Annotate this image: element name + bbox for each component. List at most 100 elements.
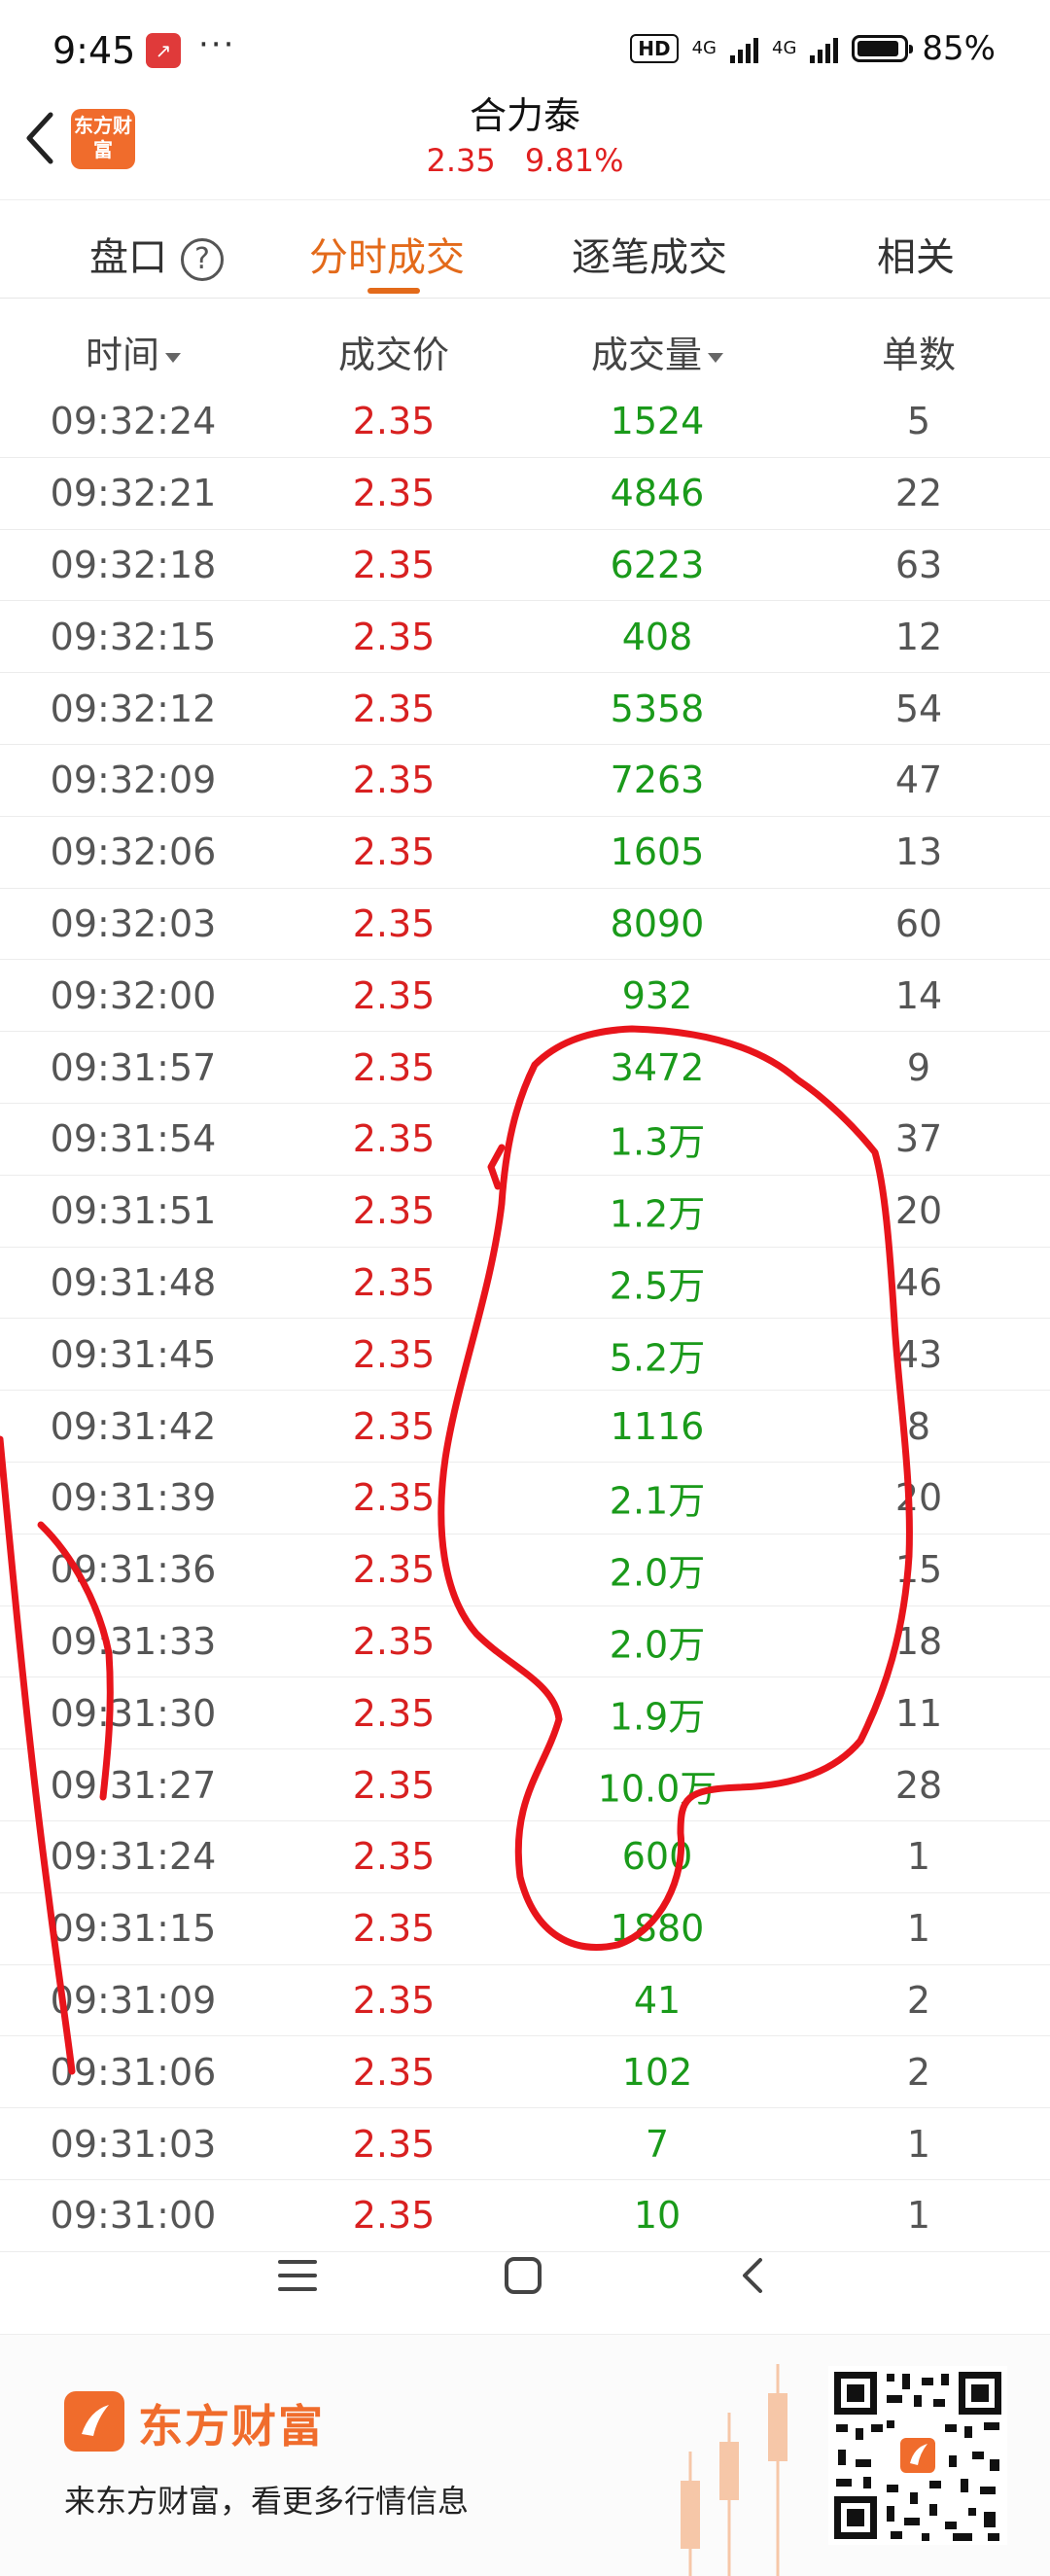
trade-volume: 1.2万 <box>609 1192 706 1236</box>
trade-time: 09:32:00 <box>50 973 217 1017</box>
trade-count: 20 <box>894 1189 943 1233</box>
status-right: HD 4G 4G 85% <box>630 29 996 68</box>
trade-price: 2.35 <box>352 759 436 802</box>
stock-price: 2.35 <box>426 142 496 179</box>
table-row[interactable]: 09:31:30 2.35 1.9万 11 <box>0 1677 1050 1750</box>
trade-price: 2.35 <box>352 1978 436 2022</box>
trade-time: 09:31:51 <box>50 1189 217 1233</box>
stock-change-pct: 9.81% <box>524 142 624 179</box>
trade-volume: 1880 <box>610 1907 705 1951</box>
trade-time: 09:31:42 <box>50 1404 217 1448</box>
network-type-2: 4G <box>772 38 797 58</box>
stock-quote: 2.35 9.81% <box>0 142 1050 179</box>
trade-price: 2.35 <box>352 1189 436 1233</box>
table-row[interactable]: 09:31:48 2.35 2.5万 46 <box>0 1248 1050 1320</box>
trade-time: 09:31:24 <box>50 1835 217 1879</box>
trade-volume: 7 <box>645 2122 670 2166</box>
table-row[interactable]: 09:31:45 2.35 5.2万 43 <box>0 1319 1050 1392</box>
sort-down-icon <box>708 352 724 363</box>
trade-volume: 2.1万 <box>609 1479 706 1523</box>
trade-time: 09:31:09 <box>50 1978 217 2022</box>
qr-code-icon[interactable] <box>828 2366 1007 2545</box>
trade-volume: 5.2万 <box>609 1336 706 1380</box>
trade-price: 2.35 <box>352 615 436 658</box>
table-row[interactable]: 09:31:09 2.35 41 2 <box>0 1965 1050 2037</box>
trade-count: 11 <box>894 1691 943 1735</box>
trade-price: 2.35 <box>352 1619 436 1663</box>
tab-related[interactable]: 相关 <box>877 226 955 282</box>
candlestick-decoration-icon <box>681 2364 788 2576</box>
trade-price: 2.35 <box>352 2050 436 2094</box>
trade-price: 2.35 <box>352 1117 436 1161</box>
table-row[interactable]: 09:31:57 2.35 3472 9 <box>0 1032 1050 1104</box>
trade-time: 09:31:06 <box>50 2050 217 2094</box>
trade-time: 09:32:09 <box>50 759 217 802</box>
trade-time: 09:31:48 <box>50 1260 217 1304</box>
table-row[interactable]: 09:32:24 2.35 1524 5 <box>0 386 1050 458</box>
sort-down-icon <box>165 352 182 363</box>
footer-brand: 东方财富 <box>138 2400 325 2452</box>
table-row[interactable]: 09:31:36 2.35 2.0万 15 <box>0 1535 1050 1606</box>
trade-volume: 1.3万 <box>609 1120 706 1164</box>
table-row[interactable]: 09:31:33 2.35 2.0万 18 <box>0 1606 1050 1678</box>
menu-icon[interactable] <box>268 2246 327 2305</box>
table-row[interactable]: 09:31:03 2.35 7 1 <box>0 2108 1050 2180</box>
footer-tagline: 来东方财富，看更多行情信息 <box>64 2483 470 2520</box>
trade-price: 2.35 <box>352 400 436 443</box>
tab-tick-trades[interactable]: 逐笔成交 <box>572 226 727 282</box>
table-row[interactable]: 09:31:15 2.35 1880 1 <box>0 1893 1050 1965</box>
trade-price: 2.35 <box>352 1907 436 1951</box>
table-row[interactable]: 09:32:18 2.35 6223 63 <box>0 530 1050 602</box>
tab-label: 分时成交 <box>309 235 465 280</box>
trade-volume: 2.5万 <box>609 1264 706 1308</box>
table-row[interactable]: 09:31:06 2.35 102 2 <box>0 2036 1050 2109</box>
table-header: 时间 成交价 成交量 单数 <box>0 301 1050 394</box>
trade-count: 12 <box>894 615 943 658</box>
help-icon[interactable]: ? <box>181 238 224 281</box>
column-header-volume[interactable]: 成交量 <box>591 325 724 378</box>
home-icon[interactable] <box>494 2246 552 2305</box>
active-tab-indicator <box>368 288 420 294</box>
tab-time-trades[interactable]: 分时成交 <box>309 226 465 282</box>
table-row[interactable]: 09:32:09 2.35 7263 47 <box>0 745 1050 817</box>
table-row[interactable]: 09:31:24 2.35 600 1 <box>0 1821 1050 1893</box>
table-row[interactable]: 09:32:06 2.35 1605 13 <box>0 817 1050 889</box>
trade-volume: 4846 <box>610 472 705 515</box>
battery-icon <box>852 35 914 62</box>
trade-count: 15 <box>894 1548 943 1592</box>
trade-volume: 1524 <box>610 400 705 443</box>
trade-price: 2.35 <box>352 543 436 586</box>
trade-count: 22 <box>894 472 943 515</box>
trade-count: 60 <box>894 901 943 945</box>
table-row[interactable]: 09:32:21 2.35 4846 22 <box>0 458 1050 530</box>
trade-time: 09:31:27 <box>50 1763 217 1807</box>
trade-count: 13 <box>894 830 943 874</box>
column-header-time[interactable]: 时间 <box>86 325 182 378</box>
trade-price: 2.35 <box>352 1476 436 1520</box>
trade-volume: 408 <box>621 615 693 658</box>
trade-time: 09:31:45 <box>50 1332 217 1376</box>
back-icon[interactable] <box>723 2246 782 2305</box>
trade-price: 2.35 <box>352 1763 436 1807</box>
table-row[interactable]: 09:31:27 2.35 10.0万 28 <box>0 1749 1050 1821</box>
tab-order-book[interactable]: 盘口? <box>89 226 224 282</box>
table-row[interactable]: 09:31:39 2.35 2.1万 20 <box>0 1463 1050 1535</box>
signal-icon-2 <box>810 34 839 63</box>
trade-price: 2.35 <box>352 2122 436 2166</box>
tab-label: 相关 <box>877 235 955 280</box>
trade-price: 2.35 <box>352 1691 436 1735</box>
table-row[interactable]: 09:32:15 2.35 408 12 <box>0 601 1050 674</box>
table-row[interactable]: 09:32:03 2.35 8090 60 <box>0 889 1050 961</box>
table-row[interactable]: 09:32:00 2.35 932 14 <box>0 960 1050 1033</box>
table-row[interactable]: 09:31:51 2.35 1.2万 20 <box>0 1176 1050 1248</box>
trade-count: 8 <box>906 1404 931 1448</box>
trade-time: 09:31:57 <box>50 1045 217 1089</box>
trade-time: 09:32:06 <box>50 830 217 874</box>
trade-count: 37 <box>894 1117 943 1161</box>
table-row[interactable]: 09:32:12 2.35 5358 54 <box>0 673 1050 745</box>
trade-volume: 2.0万 <box>609 1623 706 1667</box>
trade-list[interactable]: 09:32:24 2.35 1524 5 09:32:21 2.35 4846 22 09:32… <box>0 386 1050 2252</box>
trade-time: 09:31:54 <box>50 1117 217 1161</box>
table-row[interactable]: 09:31:54 2.35 1.3万 37 <box>0 1104 1050 1176</box>
table-row[interactable]: 09:31:42 2.35 1116 8 <box>0 1391 1050 1463</box>
